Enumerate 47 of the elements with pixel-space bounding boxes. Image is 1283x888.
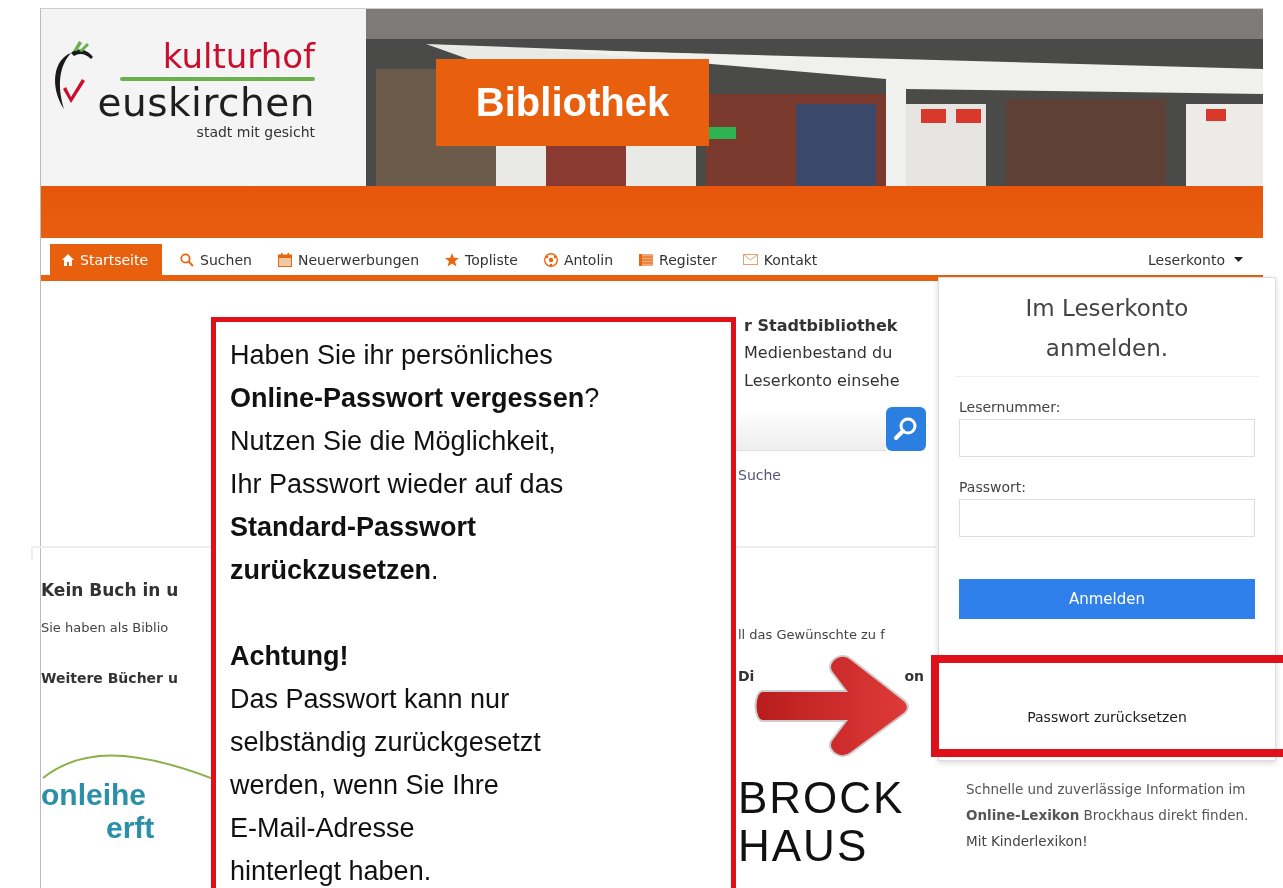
section-text: Sie haben als Biblio — [41, 620, 170, 635]
section-heading: Kein Buch in u — [41, 580, 180, 600]
section-text: ll das Gewünschte zu f — [737, 627, 886, 642]
input-field[interactable] — [959, 499, 1255, 537]
nav-tab[interactable]: Neuerwerbungen — [265, 244, 434, 275]
home-icon — [62, 253, 74, 266]
nav-tab[interactable]: Kontakt — [730, 244, 832, 275]
field-label: Passwort: — [959, 479, 1027, 495]
list-icon — [639, 253, 654, 266]
caret-icon — [1234, 257, 1243, 262]
search-link[interactable]: Suche — [738, 467, 936, 483]
kids-lexicon-link[interactable]: Mit Kinderlexikon! — [966, 833, 1088, 849]
warning-heading: Achtung! — [230, 640, 350, 673]
nav-tab[interactable]: Register — [627, 244, 731, 275]
search-icon — [893, 416, 919, 442]
dropdown-title: Im Leserkonto anmelden. — [955, 278, 1259, 377]
logo-tagline: stadt mit gesicht — [196, 125, 315, 139]
login-button[interactable]: Anmelden — [959, 579, 1255, 619]
logo-wordmark: kulturhof — [162, 37, 315, 75]
intro-text: Medienbestand du — [744, 342, 894, 364]
logo-city-name: euskirchen — [97, 81, 315, 125]
section-heading: Weitere Bücher u — [41, 670, 178, 686]
section-heading: Di — [738, 668, 755, 686]
input-field[interactable] — [959, 419, 1255, 457]
field-label: Lesernummer: — [959, 399, 1062, 415]
info-paragraph: Schnelle und zuverlässige Information im Online-Lexikon Brockhaus direkt finden. — [966, 780, 1250, 825]
callout-paragraph: Haben Sie ihr persönliches Online-Passwort vergessen? Nutzen Sie die Möglichkeit, Ihr Passwort wieder auf das Standard-Passwort zurückzusetzen. — [230, 339, 601, 587]
partner-logo-text: HAUS — [738, 822, 870, 870]
callout-paragraph: Das Passwort kann nur selbständig zurückgesetzt werden, wenn Sie Ihre E-Mail-Adresse hinterlegt haben. — [230, 683, 542, 888]
partner-logo-text: onleihe — [41, 780, 147, 810]
calendar-icon — [277, 252, 292, 267]
search-button[interactable] — [886, 407, 926, 451]
search-icon — [180, 252, 195, 267]
banner-title: Bibliothek — [436, 59, 709, 146]
envelope-icon — [742, 254, 758, 265]
nav-tab[interactable]: Antolin — [531, 244, 628, 275]
star-icon — [445, 252, 460, 267]
nav-tab[interactable]: Suchen — [168, 244, 266, 275]
intro-heading: r Stadtbibliothek — [744, 315, 899, 337]
account-menu-toggle[interactable]: Leserkonto — [1136, 244, 1255, 275]
intro-text: Leserkonto einsehe — [744, 370, 901, 392]
ball-icon — [543, 252, 558, 267]
nav-tab[interactable]: Topliste — [433, 244, 532, 275]
section-heading: on — [904, 668, 924, 686]
partner-logo-text: BROCK — [738, 774, 906, 822]
reset-password-link[interactable]: Passwort zurücksetzen — [1027, 709, 1187, 725]
partner-logo-text: erft — [106, 810, 156, 846]
